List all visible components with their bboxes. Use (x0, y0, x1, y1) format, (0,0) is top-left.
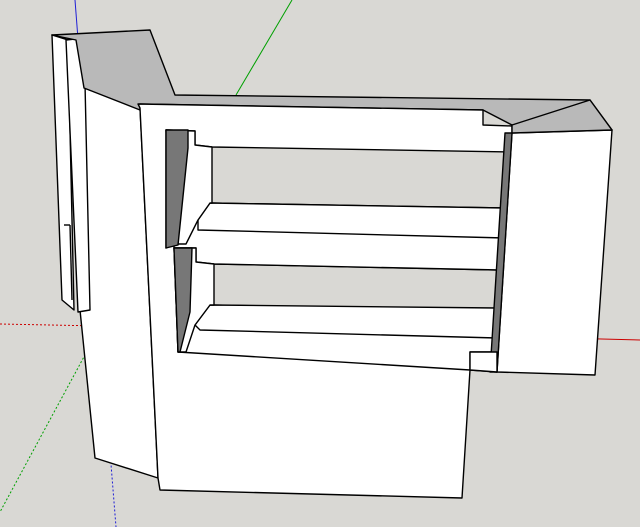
viewport-canvas[interactable] (0, 0, 640, 527)
right-block-front[interactable] (496, 129, 613, 376)
modeling-viewport[interactable] (0, 0, 640, 527)
lower-step-face[interactable] (469, 351, 498, 373)
green-axis (235, 0, 293, 96)
3d-model[interactable] (51, 29, 613, 499)
